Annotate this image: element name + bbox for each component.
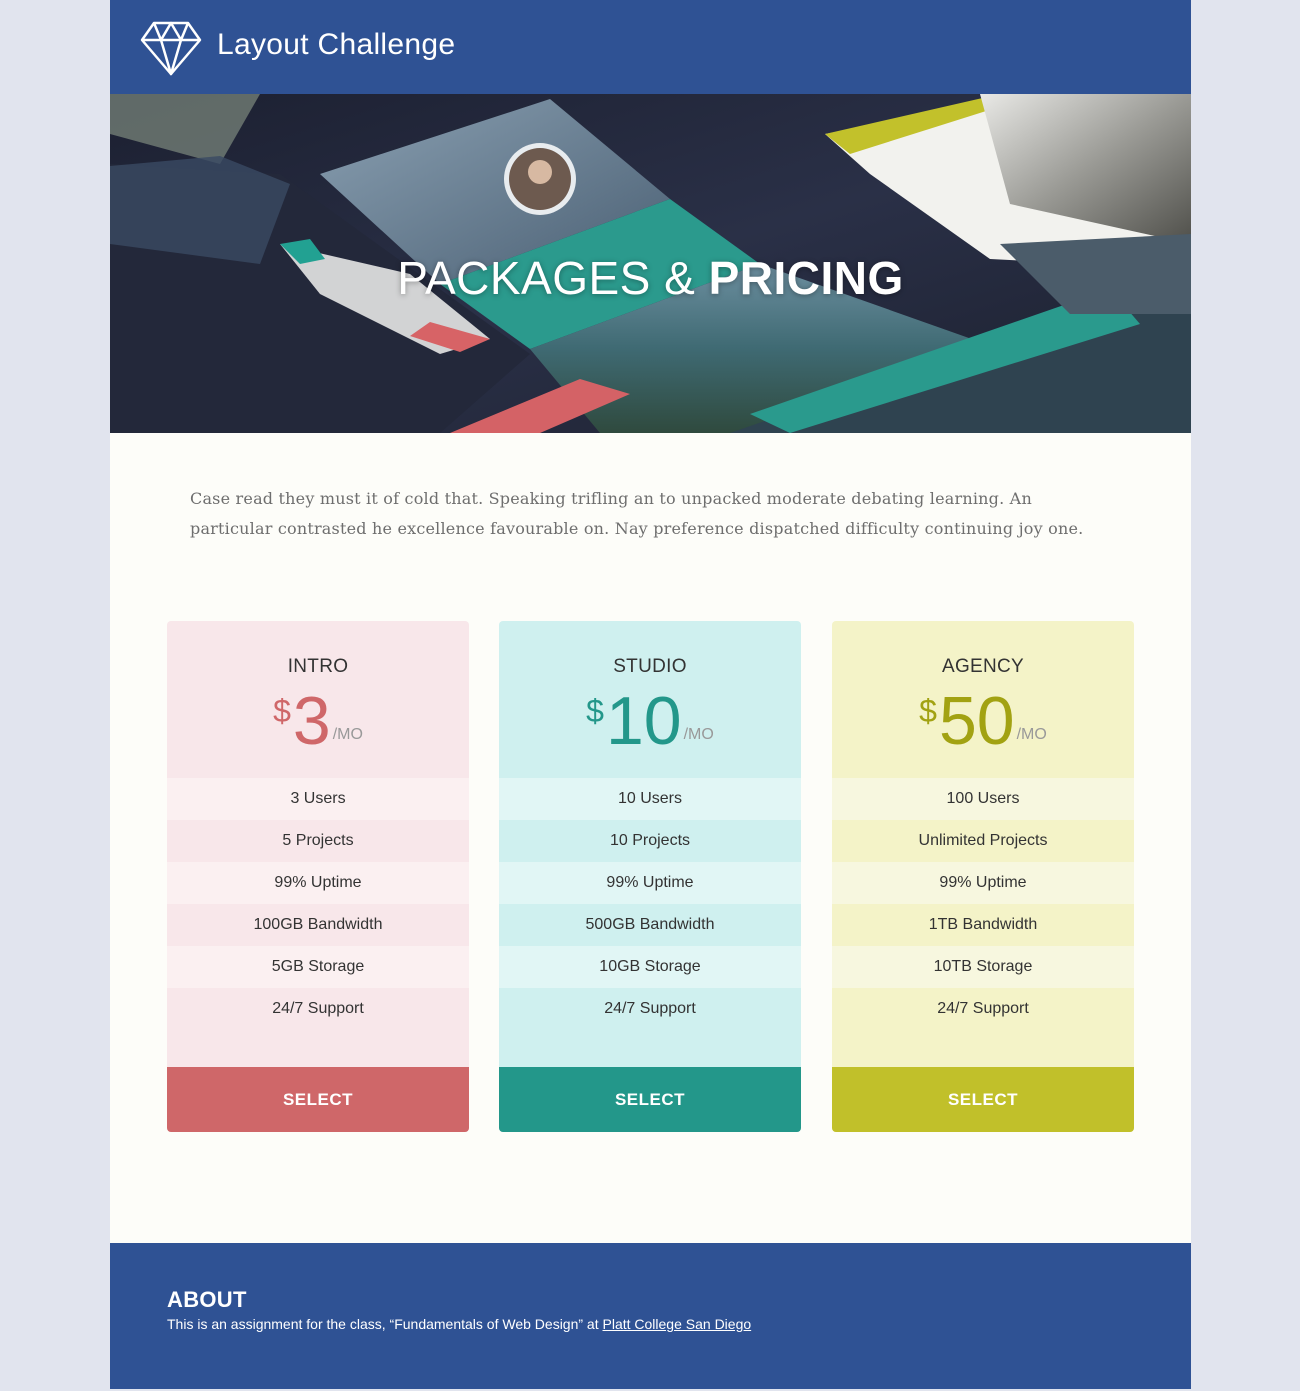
feature-list: 3 Users 5 Projects 99% Uptime 100GB Band… bbox=[167, 778, 469, 1030]
footer-text: This is an assignment for the class, “Fu… bbox=[167, 1316, 751, 1332]
page: Layout Challenge PACKAGES & PRICING Case… bbox=[110, 0, 1191, 1389]
feature-row: 10 Projects bbox=[499, 820, 801, 862]
feature-row: 99% Uptime bbox=[832, 862, 1134, 904]
feature-row: 24/7 Support bbox=[832, 988, 1134, 1030]
footer-text-body: This is an assignment for the class, “Fu… bbox=[167, 1316, 603, 1332]
price-period: /MO bbox=[683, 726, 714, 743]
feature-row: 10GB Storage bbox=[499, 946, 801, 988]
feature-row: 99% Uptime bbox=[167, 862, 469, 904]
intro-paragraph: Case read they must it of cold that. Spe… bbox=[190, 489, 1084, 538]
pricing-card-agency: AGENCY $50/MO 100 Users Unlimited Projec… bbox=[832, 621, 1134, 1132]
plan-name: AGENCY bbox=[941, 656, 1025, 677]
feature-row: 5GB Storage bbox=[167, 946, 469, 988]
feature-row: 10TB Storage bbox=[832, 946, 1134, 988]
price-currency: $ bbox=[586, 693, 604, 729]
hero-title: PACKAGES & PRICING bbox=[110, 251, 1191, 305]
hero-title-light: PACKAGES & bbox=[397, 252, 696, 304]
price-period: /MO bbox=[1016, 726, 1047, 743]
price-amount: 10 bbox=[605, 683, 682, 759]
feature-row: 24/7 Support bbox=[167, 988, 469, 1030]
price-amount: 50 bbox=[938, 683, 1015, 759]
footer-heading: ABOUT bbox=[167, 1287, 247, 1312]
diamond-icon[interactable] bbox=[140, 20, 202, 76]
site-header: Layout Challenge bbox=[110, 0, 1191, 94]
plan-name: INTRO bbox=[287, 656, 349, 677]
feature-row: 10 Users bbox=[499, 778, 801, 820]
site-title[interactable]: Layout Challenge bbox=[217, 28, 455, 62]
feature-row: 500GB Bandwidth bbox=[499, 904, 801, 946]
select-studio-button[interactable]: SELECT bbox=[499, 1067, 801, 1132]
feature-row: 5 Projects bbox=[167, 820, 469, 862]
price-amount: 3 bbox=[292, 683, 331, 759]
plan-name: STUDIO bbox=[613, 656, 687, 677]
plan-price: $3/MO bbox=[167, 681, 469, 761]
feature-row: 3 Users bbox=[167, 778, 469, 820]
price-currency: $ bbox=[919, 693, 937, 729]
pricing-card-studio: STUDIO $10/MO 10 Users 10 Projects 99% U… bbox=[499, 621, 801, 1132]
feature-row: 1TB Bandwidth bbox=[832, 904, 1134, 946]
plan-price: $50/MO bbox=[832, 681, 1134, 761]
feature-row: Unlimited Projects bbox=[832, 820, 1134, 862]
site-footer: ABOUT This is an assignment for the clas… bbox=[110, 1243, 1191, 1389]
feature-row: 100 Users bbox=[832, 778, 1134, 820]
pricing-card-intro: INTRO $3/MO 3 Users 5 Projects 99% Uptim… bbox=[167, 621, 469, 1132]
feature-row: 24/7 Support bbox=[499, 988, 801, 1030]
price-currency: $ bbox=[273, 693, 291, 729]
plan-price: $10/MO bbox=[499, 681, 801, 761]
select-intro-button[interactable]: SELECT bbox=[167, 1067, 469, 1132]
feature-row: 99% Uptime bbox=[499, 862, 801, 904]
hero-banner: PACKAGES & PRICING bbox=[110, 94, 1191, 433]
college-link[interactable]: Platt College San Diego bbox=[603, 1316, 752, 1332]
price-period: /MO bbox=[332, 726, 363, 743]
feature-row: 100GB Bandwidth bbox=[167, 904, 469, 946]
feature-list: 100 Users Unlimited Projects 99% Uptime … bbox=[832, 778, 1134, 1030]
hero-title-bold: PRICING bbox=[708, 252, 904, 304]
feature-list: 10 Users 10 Projects 99% Uptime 500GB Ba… bbox=[499, 778, 801, 1030]
select-agency-button[interactable]: SELECT bbox=[832, 1067, 1134, 1132]
